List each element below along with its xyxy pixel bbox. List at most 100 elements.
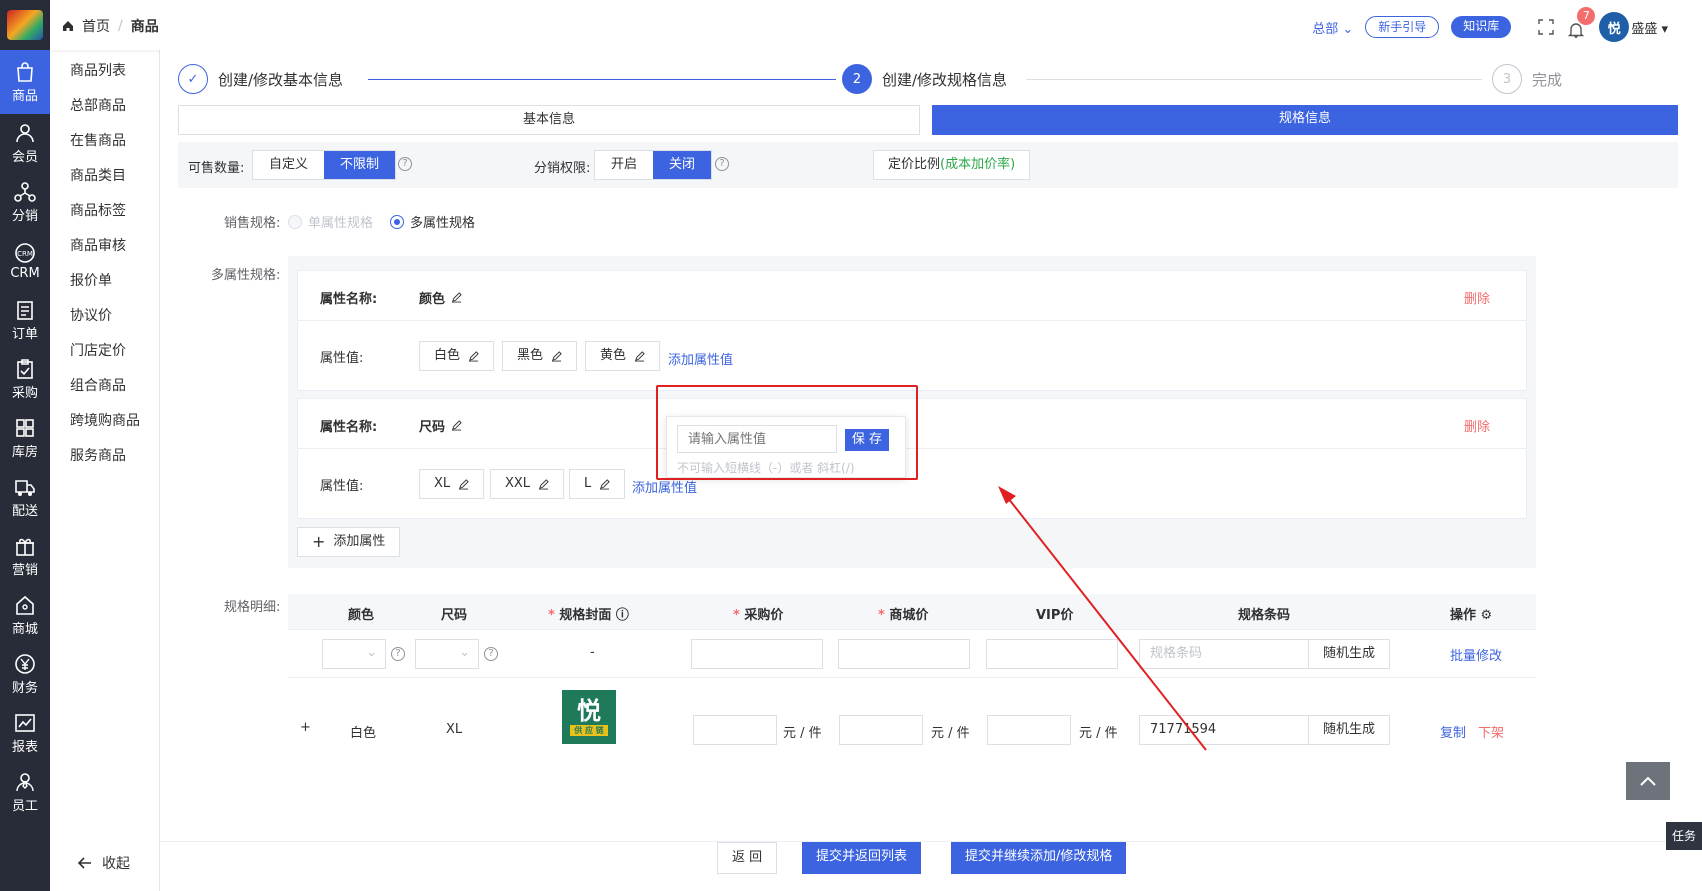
collapse-label: 收起 bbox=[102, 856, 130, 872]
hq-switcher[interactable]: 总部 ⌄ bbox=[1312, 18, 1353, 37]
user-name[interactable]: 盛盛 ▾ bbox=[1631, 18, 1668, 37]
delete-attr-color[interactable]: 删除 bbox=[1464, 288, 1490, 307]
submit-return-button[interactable]: 提交并返回列表 bbox=[802, 842, 922, 874]
submenu-item[interactable]: 跨境购商品 bbox=[50, 404, 159, 439]
submenu-item[interactable]: 组合商品 bbox=[50, 369, 159, 404]
detail-label: 规格明细: bbox=[224, 600, 281, 615]
rail-item-crm[interactable]: CRM CRM bbox=[0, 232, 50, 291]
submenu-item[interactable]: 商品审核 bbox=[50, 229, 159, 264]
radio-icon bbox=[288, 214, 302, 229]
app-logo[interactable] bbox=[0, 0, 50, 50]
crm-icon: CRM bbox=[15, 243, 35, 263]
help-icon[interactable]: ? bbox=[715, 157, 729, 171]
qty-unlimited-option[interactable]: 不限制 bbox=[324, 151, 396, 179]
cover-image[interactable]: 悦 供 应 链 bbox=[562, 690, 616, 744]
attr-value-chip[interactable]: XXL bbox=[490, 469, 565, 499]
notification-bell[interactable]: 7 bbox=[1567, 7, 1596, 38]
add-attr-value-link[interactable]: 添加属性值 bbox=[668, 349, 733, 368]
help-icon[interactable]: ? bbox=[484, 647, 498, 661]
back-button[interactable]: 返 回 bbox=[717, 842, 778, 874]
mall-price-input[interactable] bbox=[839, 715, 923, 745]
purchase-price-batch-input[interactable] bbox=[691, 639, 823, 669]
submit-continue-button[interactable]: 提交并继续添加/修改规格 bbox=[951, 842, 1127, 874]
barcode-batch-input[interactable]: 规格条码 bbox=[1139, 639, 1309, 669]
guide-button[interactable]: 新手引导 bbox=[1365, 16, 1440, 38]
add-attr-value-link[interactable]: 添加属性值 bbox=[632, 477, 697, 496]
breadcrumb-current: 商品 bbox=[130, 19, 159, 35]
submenu-item[interactable]: 协议价 bbox=[50, 299, 159, 334]
attr-value-chip[interactable]: XL bbox=[419, 469, 485, 499]
qty-custom-option[interactable]: 自定义 bbox=[253, 151, 324, 179]
attr-name-size[interactable]: 尺码 bbox=[419, 416, 462, 435]
rail-item-home[interactable]: 商城 bbox=[0, 586, 50, 645]
attr-value-chip[interactable]: 白色 bbox=[419, 341, 495, 371]
fullscreen-icon[interactable] bbox=[1537, 18, 1555, 36]
knowledge-base-button[interactable]: 知识库 bbox=[1451, 16, 1512, 38]
purchase-price-input[interactable] bbox=[693, 715, 777, 745]
qty-toggle: 自定义 不限制 bbox=[252, 150, 397, 180]
rail-item-bag[interactable]: 商品 bbox=[0, 50, 50, 114]
rail-item-label: 会员 bbox=[11, 150, 38, 165]
batch-edit-link[interactable]: 批量修改 bbox=[1450, 645, 1502, 664]
tab-spec-info[interactable]: 规格信息 bbox=[932, 105, 1678, 135]
unit-label: 元 / 件 bbox=[931, 726, 970, 741]
save-button[interactable]: 保 存 bbox=[845, 429, 889, 451]
tab-basic-info[interactable]: 基本信息 bbox=[178, 105, 920, 135]
submenu-item[interactable]: 商品列表 bbox=[50, 54, 159, 89]
rail-item-clipboard[interactable]: 采购 bbox=[0, 350, 50, 409]
mall-price-batch-input[interactable] bbox=[838, 639, 970, 669]
rail-item-order[interactable]: 订单 bbox=[0, 291, 50, 350]
size-batch-select[interactable]: ⌄ bbox=[415, 639, 479, 669]
avatar[interactable]: 悦 bbox=[1599, 12, 1630, 42]
attr-value-input[interactable] bbox=[677, 425, 837, 453]
collapse-button[interactable]: 收起 bbox=[78, 853, 130, 873]
vip-price-batch-input[interactable] bbox=[986, 639, 1118, 669]
single-spec-radio[interactable]: 单属性规格 bbox=[288, 212, 373, 231]
price-ratio-button[interactable]: 定价比例(成本加价率) bbox=[873, 150, 1031, 180]
attr-value-chip[interactable]: 黄色 bbox=[585, 341, 661, 371]
rail-item-staff[interactable]: 员工 bbox=[0, 763, 50, 822]
random-generate-button[interactable]: 随机生成 bbox=[1308, 639, 1390, 669]
attr-value-chip[interactable]: 黑色 bbox=[502, 341, 578, 371]
delist-link[interactable]: 下架 bbox=[1478, 722, 1504, 741]
rail-item-label: 配送 bbox=[11, 504, 38, 519]
help-icon[interactable]: ? bbox=[391, 647, 405, 661]
expand-row-button[interactable]: + bbox=[300, 720, 311, 735]
rail-item-truck[interactable]: 配送 bbox=[0, 468, 50, 527]
rail-item-network[interactable]: 分销 bbox=[0, 173, 50, 232]
rail-item-gift[interactable]: 营销 bbox=[0, 527, 50, 586]
vip-price-input[interactable] bbox=[987, 715, 1071, 745]
copy-link[interactable]: 复制 bbox=[1440, 722, 1466, 741]
attr-value-chip[interactable]: L bbox=[569, 469, 626, 499]
task-button[interactable]: 任务 bbox=[1666, 822, 1702, 850]
submenu-item[interactable]: 商品标签 bbox=[50, 194, 159, 229]
barcode-input[interactable]: 71771594 bbox=[1139, 715, 1309, 745]
edit-icon bbox=[451, 420, 462, 431]
submenu-item[interactable]: 门店定价 bbox=[50, 334, 159, 369]
color-batch-select[interactable]: ⌄ bbox=[322, 639, 386, 669]
delete-attr-size[interactable]: 删除 bbox=[1464, 416, 1490, 435]
dist-on-option[interactable]: 开启 bbox=[595, 151, 653, 179]
submenu-item[interactable]: 服务商品 bbox=[50, 439, 159, 474]
add-attribute-button[interactable]: + 添加属性 bbox=[297, 527, 401, 557]
dist-off-option[interactable]: 关闭 bbox=[653, 151, 712, 179]
rail-item-warehouse[interactable]: 库房 bbox=[0, 409, 50, 468]
submenu-item[interactable]: 总部商品 bbox=[50, 89, 159, 124]
step-3: 3 完成 bbox=[1492, 64, 1562, 94]
multi-spec-radio[interactable]: 多属性规格 bbox=[390, 212, 475, 231]
submenu-item[interactable]: 在售商品 bbox=[50, 124, 159, 159]
breadcrumb-home[interactable]: 首页 bbox=[82, 16, 110, 36]
submenu-item[interactable]: 商品类目 bbox=[50, 159, 159, 194]
attr-value-key: 属性值: bbox=[320, 479, 364, 494]
notification-badge: 7 bbox=[1577, 7, 1596, 25]
chevron-down-icon: ⌄ bbox=[366, 645, 377, 660]
help-icon[interactable]: ? bbox=[398, 157, 412, 171]
rail-item-chart[interactable]: 报表 bbox=[0, 704, 50, 763]
rail-item-user[interactable]: 会员 bbox=[0, 114, 50, 173]
truck-icon bbox=[15, 480, 35, 496]
attr-name-color[interactable]: 颜色 bbox=[419, 288, 462, 307]
submenu-item[interactable]: 报价单 bbox=[50, 264, 159, 299]
rail-item-yen[interactable]: 财务 bbox=[0, 645, 50, 704]
back-to-top-button[interactable] bbox=[1626, 762, 1670, 800]
random-generate-button[interactable]: 随机生成 bbox=[1308, 715, 1390, 745]
